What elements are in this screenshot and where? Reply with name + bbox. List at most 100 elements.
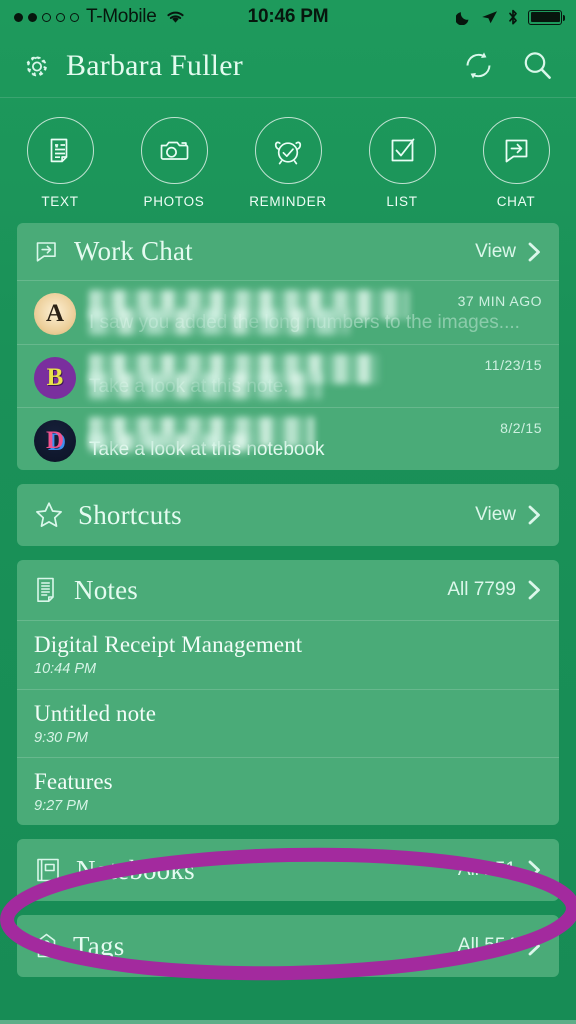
notebooks-card[interactable]: Notebooks All 251 <box>17 839 559 901</box>
notebook-icon <box>34 856 62 884</box>
notes-list: Digital Receipt Management 10:44 PM Unti… <box>17 620 559 825</box>
chevron-right-icon <box>527 504 542 526</box>
note-timestamp: 9:27 PM <box>34 798 88 814</box>
app-header: Barbara Fuller <box>0 34 576 98</box>
quick-action-photos[interactable]: PHOTOS <box>136 117 212 209</box>
status-bar-left: T-Mobile <box>14 6 186 28</box>
shortcuts-title: Shortcuts <box>78 499 182 530</box>
avatar: A <box>34 293 76 335</box>
redaction-blur <box>89 309 349 335</box>
notes-card: Notes All 7799 Digital Receipt Managemen… <box>17 560 559 825</box>
text-document-icon <box>26 117 94 184</box>
note-title: Digital Receipt Management <box>34 632 303 657</box>
signal-dot-3 <box>42 12 51 22</box>
header-actions <box>462 49 554 82</box>
status-bar: T-Mobile 10:46 PM <box>0 0 576 34</box>
quick-action-label: CHAT <box>496 194 536 209</box>
chevron-right-icon <box>527 935 542 957</box>
notes-header[interactable]: Notes All 7799 <box>17 560 559 620</box>
note-list-item[interactable]: Features 9:27 PM <box>17 757 559 825</box>
chevron-right-icon <box>527 579 542 601</box>
quick-action-label: REMINDER <box>249 194 327 209</box>
chat-message-body: 37 MIN AGO I saw you added the long numb… <box>89 290 542 335</box>
camera-icon <box>140 117 208 184</box>
chat-timestamp: 8/2/15 <box>500 420 542 436</box>
work-chat-header[interactable]: Work Chat View <box>17 223 559 280</box>
quick-action-reminder[interactable]: REMINDER <box>249 117 327 209</box>
tags-card[interactable]: Tags All 554 <box>17 915 559 977</box>
shortcuts-view-label: View <box>475 504 516 525</box>
shortcuts-header[interactable]: Shortcuts View <box>17 484 559 546</box>
notebooks-count-label: All 251 <box>457 859 516 880</box>
quick-action-label: TEXT <box>41 194 79 209</box>
notes-count-label: All 7799 <box>447 579 516 600</box>
shortcuts-card[interactable]: Shortcuts View <box>17 484 559 546</box>
chat-message-row[interactable]: A 37 MIN AGO I saw you added the long nu… <box>17 281 559 344</box>
gear-icon[interactable] <box>22 51 52 81</box>
signal-dot-2 <box>28 12 37 22</box>
status-bar-right <box>456 9 565 26</box>
bluetooth-icon <box>507 9 519 26</box>
chat-message-body: 8/2/15 Take a look at this notebook <box>89 417 542 461</box>
star-icon <box>34 500 64 530</box>
work-chat-view-button[interactable]: View <box>475 241 542 263</box>
quick-action-list[interactable]: LIST <box>364 117 440 209</box>
note-title: Features <box>34 769 113 794</box>
redaction-blur <box>89 373 321 399</box>
chat-timestamp: 11/23/15 <box>484 357 542 373</box>
battery-full-icon <box>528 9 565 25</box>
chevron-right-icon <box>527 859 542 881</box>
chat-message-row[interactable]: B 11/23/15 Take a look at this note. <box>17 344 559 407</box>
moon-icon <box>456 9 472 25</box>
note-list-item[interactable]: Untitled note 9:30 PM <box>17 689 559 757</box>
note-timestamp: 9:30 PM <box>34 730 88 746</box>
carrier-name: T-Mobile <box>86 6 157 27</box>
note-document-icon <box>34 576 60 604</box>
chat-bubble-arrow-icon <box>482 117 550 184</box>
chevron-right-icon <box>527 241 542 263</box>
tags-header[interactable]: Tags All 554 <box>17 915 559 977</box>
work-chat-view-label: View <box>475 240 516 262</box>
chat-message-row[interactable]: D 8/2/15 Take a look at this notebook <box>17 407 559 470</box>
tags-all-button[interactable]: All 554 <box>458 935 542 957</box>
quick-actions-bar: TEXT PHOTOS REMINDER LIST CHAT <box>0 98 576 223</box>
evernote-home-screen: T-Mobile 10:46 PM Barbara Fuller TEXT PH… <box>0 0 576 1024</box>
note-title: Untitled note <box>34 701 157 726</box>
tags-count-label: All 554 <box>457 935 516 956</box>
location-arrow-icon <box>481 9 498 25</box>
shortcuts-view-button[interactable]: View <box>475 504 542 526</box>
work-chat-message-list: A 37 MIN AGO I saw you added the long nu… <box>17 280 559 470</box>
search-icon[interactable] <box>521 49 554 82</box>
notes-title: Notes <box>74 574 138 605</box>
quick-action-chat[interactable]: CHAT <box>478 117 554 209</box>
signal-dot-1 <box>14 12 23 22</box>
signal-strength-dots <box>14 12 79 22</box>
notebooks-header[interactable]: Notebooks All 251 <box>17 839 559 901</box>
chat-bubble-arrow-icon <box>34 239 60 265</box>
checkbox-icon <box>368 117 436 184</box>
work-chat-card: Work Chat View A 37 MIN AGO I saw you ad… <box>17 223 559 470</box>
quick-action-label: LIST <box>386 194 418 209</box>
tag-icon <box>34 932 59 960</box>
page-title: Barbara Fuller <box>66 48 243 82</box>
signal-dot-5 <box>70 12 79 22</box>
quick-action-text[interactable]: TEXT <box>22 117 98 209</box>
quick-action-label: PHOTOS <box>143 194 205 209</box>
sync-icon[interactable] <box>462 49 495 82</box>
avatar: B <box>34 357 76 399</box>
notes-all-button[interactable]: All 7799 <box>447 579 542 601</box>
notebooks-all-button[interactable]: All 251 <box>458 859 542 881</box>
wifi-icon <box>165 9 186 25</box>
redaction-blur <box>89 434 257 452</box>
chat-timestamp: 37 MIN AGO <box>457 293 542 309</box>
alarm-clock-icon <box>254 117 322 184</box>
bottom-scroll-indicator <box>0 1020 576 1024</box>
signal-dot-4 <box>56 12 65 22</box>
tags-title: Tags <box>73 930 125 961</box>
note-timestamp: 10:44 PM <box>34 661 97 677</box>
notebooks-title: Notebooks <box>76 854 195 885</box>
work-chat-title: Work Chat <box>74 236 193 266</box>
chat-message-body: 11/23/15 Take a look at this note. <box>89 354 542 399</box>
note-list-item[interactable]: Digital Receipt Management 10:44 PM <box>17 621 559 689</box>
avatar: D <box>34 420 76 462</box>
